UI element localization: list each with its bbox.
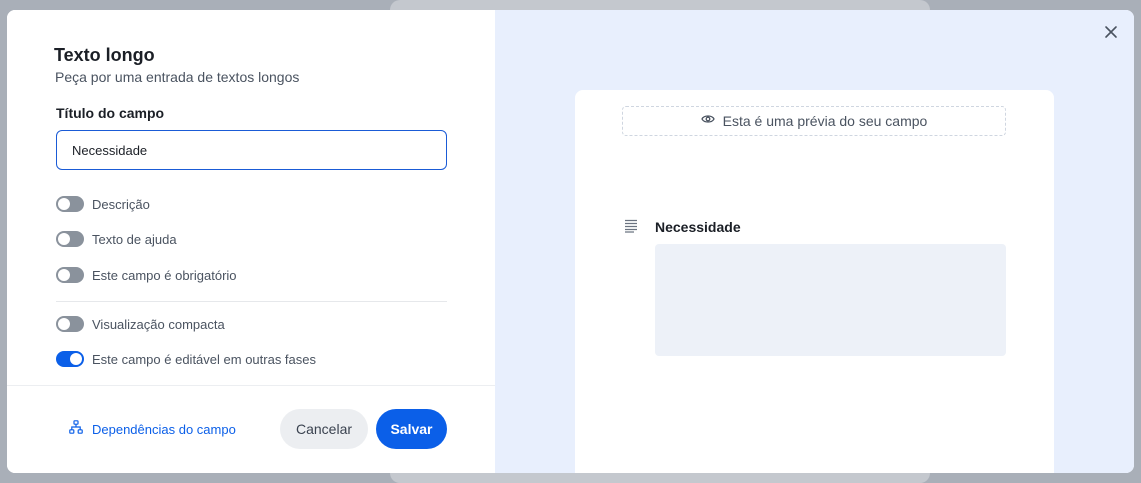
description-toggle[interactable] bbox=[56, 196, 84, 212]
field-dependencies-link[interactable]: Dependências do campo bbox=[69, 420, 236, 439]
toggle-label: Descrição bbox=[92, 196, 150, 212]
preview-banner: Esta é uma prévia do seu campo bbox=[622, 106, 1006, 136]
config-panel: Texto longo Peça por uma entrada de text… bbox=[7, 10, 495, 473]
close-icon[interactable] bbox=[1104, 25, 1118, 39]
field-title-label: Título do campo bbox=[56, 105, 165, 121]
help-text-toggle[interactable] bbox=[56, 231, 84, 247]
field-title-input[interactable] bbox=[56, 130, 447, 170]
toggle-label: Este campo é obrigatório bbox=[92, 267, 237, 283]
editable-other-phases-toggle[interactable] bbox=[56, 351, 84, 367]
toggle-row-help-text[interactable]: Texto de ajuda bbox=[56, 231, 177, 247]
dialog-title: Texto longo bbox=[54, 45, 155, 65]
toggle-label: Visualização compacta bbox=[92, 316, 225, 332]
toggle-label: Este campo é editável em outras fases bbox=[92, 351, 317, 367]
eye-icon bbox=[700, 112, 715, 130]
preview-panel: Esta é uma prévia do seu campo Necessida… bbox=[495, 10, 1134, 473]
dialog-subtitle: Peça por uma entrada de textos longos bbox=[55, 69, 300, 85]
toggle-row-compact-view[interactable]: Visualização compacta bbox=[56, 316, 225, 332]
preview-card: Esta é uma prévia do seu campo Necessida… bbox=[575, 90, 1054, 473]
divider bbox=[56, 301, 447, 302]
save-button[interactable]: Salvar bbox=[376, 409, 447, 449]
toggle-label: Texto de ajuda bbox=[92, 231, 177, 247]
sitemap-icon bbox=[69, 420, 83, 439]
text-lines-icon bbox=[624, 219, 638, 238]
preview-banner-text: Esta é uma prévia do seu campo bbox=[722, 113, 928, 129]
toggle-row-editable-other-phases[interactable]: Este campo é editável em outras fases bbox=[56, 351, 316, 367]
preview-textarea bbox=[655, 244, 1006, 356]
cancel-button[interactable]: Cancelar bbox=[280, 409, 368, 449]
compact-view-toggle[interactable] bbox=[56, 316, 84, 332]
preview-field-title: Necessidade bbox=[655, 219, 741, 235]
field-config-dialog: Texto longo Peça por uma entrada de text… bbox=[7, 10, 1134, 473]
toggle-row-description[interactable]: Descrição bbox=[56, 196, 150, 212]
toggle-row-required[interactable]: Este campo é obrigatório bbox=[56, 267, 237, 283]
footer-divider bbox=[7, 385, 495, 386]
field-dependencies-label: Dependências do campo bbox=[92, 422, 236, 437]
required-toggle[interactable] bbox=[56, 267, 84, 283]
